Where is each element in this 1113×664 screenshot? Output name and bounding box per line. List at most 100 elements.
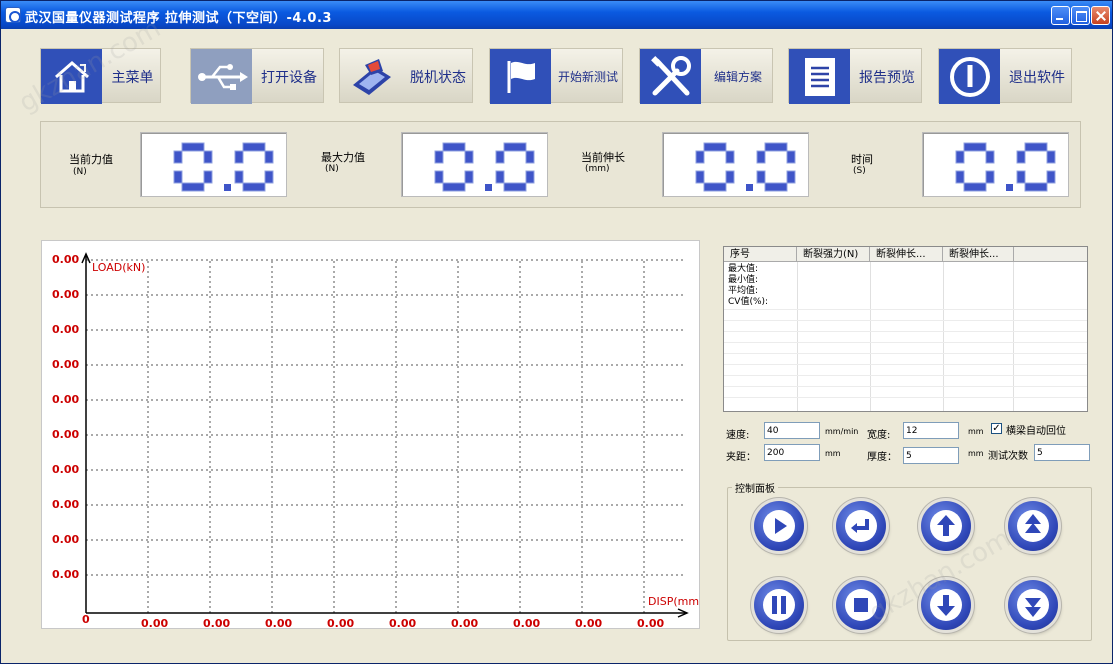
thickness-label: 厚度： [867, 452, 897, 463]
led-decimal-point [224, 184, 231, 191]
table-row-line [724, 331, 1087, 332]
led-segment [1016, 150, 1026, 164]
width-label: 宽度: [867, 430, 891, 441]
home-icon [41, 49, 102, 104]
table-row-line [724, 397, 1087, 398]
x-tick-label: 0.00 [141, 617, 168, 630]
time-label: 时间 [851, 153, 873, 166]
led-segment [264, 150, 274, 164]
led-segment [764, 142, 788, 152]
y-axis-title: LOAD(kN) [92, 261, 145, 274]
return-button[interactable] [836, 501, 886, 551]
row-cv: CV值(%): [728, 297, 769, 307]
test-count-label: 测试次数 [988, 451, 1028, 462]
header-break-elongation-2[interactable]: 断裂伸长... [943, 247, 1014, 262]
stop-button[interactable] [836, 580, 886, 630]
results-table: 序号 断裂强力(N) 断裂伸长... 断裂伸长... 最大值: 最小值: 平均值… [723, 246, 1088, 412]
minimize-button[interactable] [1051, 6, 1070, 25]
header-index[interactable]: 序号 [724, 247, 797, 262]
led-segment [181, 142, 205, 152]
width-input[interactable] [903, 422, 959, 439]
close-button[interactable] [1091, 6, 1110, 25]
x-tick-label: 0.00 [637, 617, 664, 630]
gauge-length-unit: mm [825, 449, 841, 458]
exit-software-button[interactable]: 退出软件 [938, 48, 1072, 104]
offline-status-label: 脱机状态 [410, 69, 466, 86]
led-segment [242, 182, 266, 192]
current-force-display [140, 132, 287, 197]
max-force-label: 最大力值 [321, 151, 365, 164]
edit-scheme-button[interactable]: 编辑方案 [639, 48, 773, 104]
current-elongation-label: 当前伸长 [581, 151, 625, 164]
led-segment [442, 142, 466, 152]
led-segment [434, 170, 444, 184]
led-segment [756, 170, 766, 184]
open-device-label: 打开设备 [261, 69, 317, 86]
play-icon [763, 510, 795, 542]
main-menu-button[interactable]: 主菜单 [40, 48, 161, 104]
maximize-button[interactable] [1071, 6, 1090, 25]
test-count-input[interactable] [1034, 444, 1090, 461]
window-title: 武汉国量仪器测试程序 拉伸测试（下空间）-4.0.3 [25, 11, 332, 26]
main-window: 武汉国量仪器测试程序 拉伸测试（下空间）-4.0.3 主菜单 打开设备 脱机状态… [0, 0, 1113, 664]
thickness-input[interactable] [903, 447, 959, 464]
offline-status-button[interactable]: 脱机状态 [339, 48, 473, 103]
led-segment [695, 170, 705, 184]
report-preview-button[interactable]: 报告预览 [788, 48, 922, 104]
led-segment [442, 182, 466, 192]
x-axis-title: DISP(mm [648, 595, 699, 608]
header-break-elongation-1[interactable]: 断裂伸长... [870, 247, 943, 262]
open-device-button[interactable]: 打开设备 [190, 48, 324, 104]
fast-down-icon [1017, 589, 1049, 621]
table-divider [1013, 262, 1014, 411]
current-elongation-unit: (mm) [585, 164, 610, 174]
table-divider [943, 262, 944, 411]
led-segment [464, 170, 474, 184]
x-tick-label: 0.00 [575, 617, 602, 630]
start-new-test-button[interactable]: 开始新测试 [489, 48, 623, 104]
table-divider [870, 262, 871, 411]
fast-up-icon [1017, 510, 1049, 542]
led-segment [725, 170, 735, 184]
down-arrow-icon [930, 589, 962, 621]
table-row-line [724, 309, 1087, 310]
fast-up-button[interactable] [1008, 501, 1058, 551]
exit-software-label: 退出软件 [1009, 69, 1065, 86]
led-segment [1046, 170, 1056, 184]
start-new-test-label: 开始新测试 [557, 70, 618, 84]
up-button[interactable] [921, 501, 971, 551]
led-segment [963, 182, 987, 192]
led-segment [756, 150, 766, 164]
play-button[interactable] [754, 501, 804, 551]
app-icon [5, 7, 21, 23]
led-segment [264, 170, 274, 184]
thickness-unit: mm [968, 449, 984, 458]
gauge-length-input[interactable] [764, 444, 820, 461]
main-menu-label: 主菜单 [111, 69, 154, 86]
led-segment [495, 170, 505, 184]
down-button[interactable] [921, 580, 971, 630]
led-segment [1016, 170, 1026, 184]
pause-button[interactable] [754, 580, 804, 630]
load-displacement-chart: 0.00 0.00 0.00 0.00 0.00 0.00 0.00 0.00 0.00 0.00… [41, 240, 700, 630]
width-unit: mm [968, 427, 984, 436]
y-tick-label: 0.00 [52, 288, 79, 301]
fast-down-button[interactable] [1008, 580, 1058, 630]
current-elongation-display [662, 132, 809, 197]
y-tick-label: 0.00 [52, 393, 79, 406]
auto-return-checkbox[interactable]: ✓ [991, 423, 1002, 434]
table-row-line [724, 320, 1087, 321]
power-icon [939, 49, 1000, 104]
table-row-line [724, 342, 1087, 343]
row-min: 最小值: [728, 275, 759, 285]
table-row-line [724, 353, 1087, 354]
led-segment [786, 170, 796, 184]
x-tick-label: 0.00 [327, 617, 354, 630]
speed-input[interactable] [764, 422, 820, 439]
led-segment [955, 150, 965, 164]
led-decimal-point [746, 184, 753, 191]
led-segment [725, 150, 735, 164]
current-force-unit: (N) [73, 167, 87, 177]
header-break-force[interactable]: 断裂强力(N) [797, 247, 870, 262]
row-average: 平均值: [728, 286, 759, 296]
